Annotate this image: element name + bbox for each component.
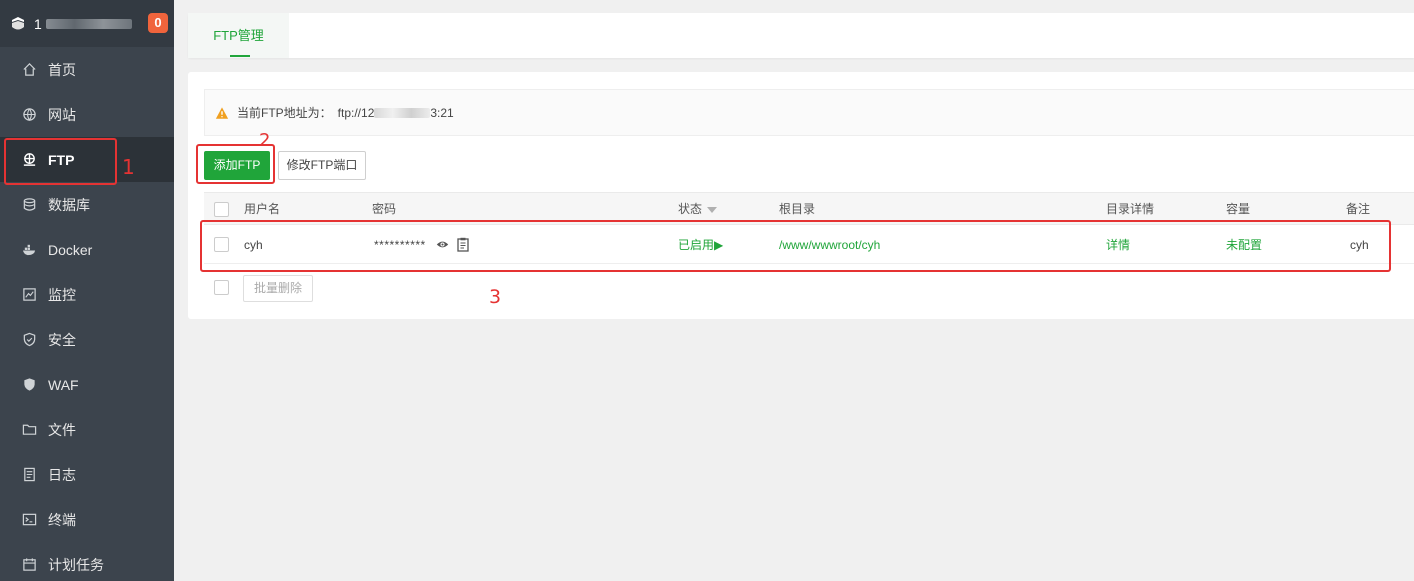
waf-shield-icon	[21, 377, 37, 393]
sidebar-item-database[interactable]: 数据库	[0, 182, 174, 227]
sidebar-item-label: 网站	[48, 106, 76, 123]
annotation-box-ftp-row	[200, 220, 1391, 272]
annotation-number-1: 1	[122, 155, 135, 179]
sidebar-item-monitor[interactable]: 监控	[0, 272, 174, 317]
footer-select-checkbox[interactable]	[214, 280, 229, 295]
change-ftp-port-button[interactable]: 修改FTP端口	[278, 151, 366, 180]
docker-icon	[21, 242, 37, 258]
warning-icon	[215, 106, 229, 119]
annotation-number-3: 3	[489, 286, 502, 308]
annotation-number-2: 2	[259, 130, 271, 151]
server-name-redacted	[45, 18, 132, 29]
ftp-address-redacted	[374, 108, 431, 119]
annotation-box-ftp	[4, 138, 117, 185]
sidebar-item-terminal[interactable]: 终端	[0, 497, 174, 542]
batch-delete-button[interactable]: 批量删除	[243, 275, 313, 302]
sort-caret-icon[interactable]	[707, 206, 718, 213]
ftp-address: ftp://12 3:21	[338, 106, 454, 120]
sidebar-item-files[interactable]: 文件	[0, 407, 174, 452]
notice-label: 当前FTP地址为：	[237, 106, 332, 120]
tab-active-underline	[230, 55, 250, 57]
sidebar-item-home[interactable]: 首页	[0, 47, 174, 92]
sidebar-item-label: 安全	[48, 331, 76, 348]
sidebar-item-label: 日志	[48, 466, 76, 483]
sidebar-item-website[interactable]: 网站	[0, 92, 174, 137]
notification-badge[interactable]: 0	[148, 13, 168, 33]
monitor-icon	[21, 287, 37, 303]
sidebar: 1 0 首页 网站 FTP 数据库 Docker 监控 安全 WAF 文件 日志	[0, 0, 174, 581]
tab-label: FTP管理	[213, 28, 264, 43]
folder-icon	[21, 422, 37, 438]
sidebar-item-docker[interactable]: Docker	[0, 227, 174, 272]
home-icon	[21, 62, 37, 78]
server-header[interactable]: 1 0	[0, 0, 174, 47]
database-icon	[21, 197, 37, 213]
column-header-status-label: 状态	[678, 202, 703, 216]
sidebar-item-cron[interactable]: 计划任务	[0, 542, 174, 581]
sidebar-item-label: 监控	[48, 286, 76, 303]
sidebar-item-label: 数据库	[48, 196, 90, 213]
ftp-address-end: 3:21	[430, 105, 454, 120]
logo-icon	[12, 16, 24, 29]
sidebar-item-security[interactable]: 安全	[0, 317, 174, 362]
sidebar-item-label: 终端	[48, 511, 76, 528]
sidebar-item-label: 计划任务	[48, 556, 104, 573]
tab-bar: FTP管理	[188, 13, 1414, 58]
sidebar-item-label: Docker	[48, 241, 93, 258]
tab-ftp-management[interactable]: FTP管理	[188, 13, 289, 58]
ftp-address-start: ftp://12	[337, 105, 375, 120]
sidebar-item-label: 首页	[48, 61, 76, 78]
ftp-address-notice: 当前FTP地址为： ftp://12 3:21	[204, 89, 1414, 136]
sidebar-item-label: 文件	[48, 421, 76, 438]
sidebar-item-label: WAF	[48, 376, 79, 393]
log-icon	[21, 467, 37, 483]
calendar-icon	[21, 557, 37, 573]
sidebar-item-waf[interactable]: WAF	[0, 362, 174, 407]
sidebar-item-logs[interactable]: 日志	[0, 452, 174, 497]
shield-icon	[21, 332, 37, 348]
terminal-icon	[21, 512, 37, 528]
select-all-checkbox[interactable]	[214, 202, 229, 217]
server-name: 1	[34, 15, 42, 32]
globe-icon	[21, 107, 37, 123]
